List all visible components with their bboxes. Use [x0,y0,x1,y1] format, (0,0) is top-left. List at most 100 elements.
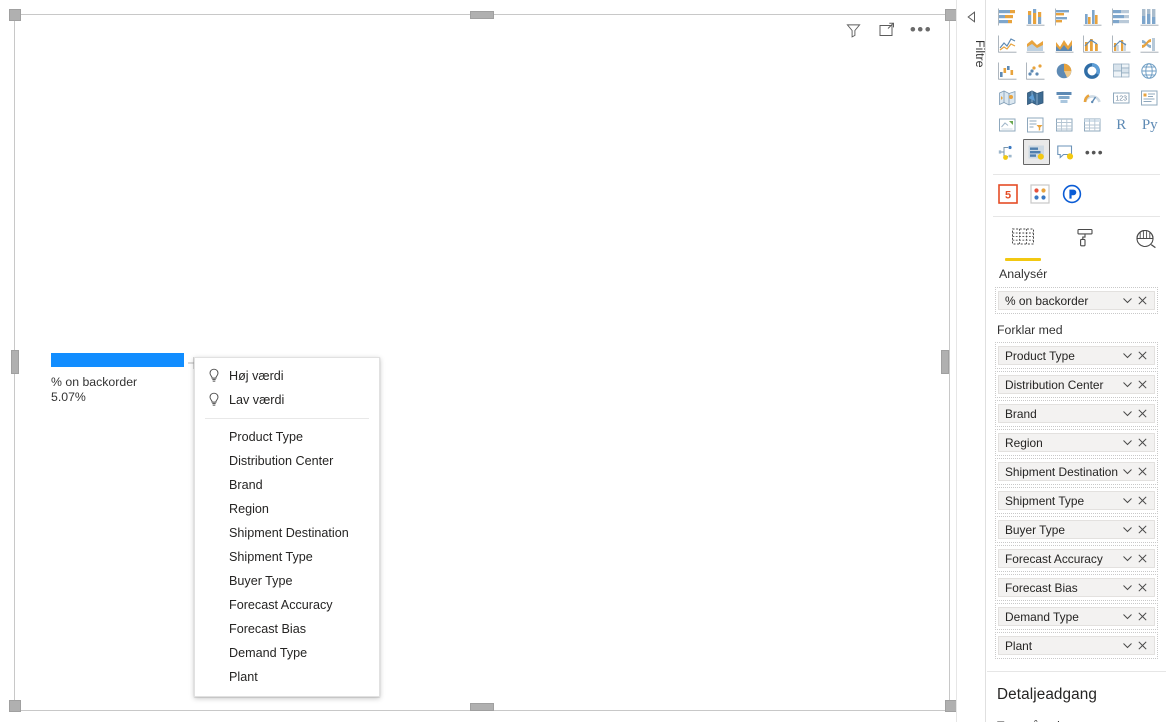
field-chip[interactable]: Distribution Center [998,375,1155,394]
r-script-visual-icon[interactable]: R [1108,112,1135,138]
chevron-down-icon[interactable] [1120,295,1135,306]
close-icon[interactable] [1135,437,1150,448]
clustered-bar-chart-icon[interactable] [1051,4,1078,30]
resize-handle-top-left[interactable] [9,9,21,21]
explain-by-field-well-shipment-type[interactable]: Shipment Type [995,487,1158,514]
qna-visual-icon[interactable] [1052,139,1079,165]
explain-by-field-well-brand[interactable]: Brand [995,400,1158,427]
chevron-down-icon[interactable] [1120,495,1135,506]
kpi-icon[interactable] [994,112,1021,138]
matrix-icon[interactable] [1080,112,1107,138]
close-icon[interactable] [1135,495,1150,506]
focus-mode-icon[interactable] [877,20,897,40]
decomposition-tree-icon[interactable] [994,139,1021,165]
chevron-down-icon[interactable] [1120,582,1135,593]
resize-handle-bottom-center[interactable] [470,703,494,711]
treemap-icon[interactable] [1108,58,1135,84]
context-menu-item-shipment-destination[interactable]: Shipment Destination [195,521,379,545]
explain-by-field-well-demand-type[interactable]: Demand Type [995,603,1158,630]
line-clustered-column-chart-icon[interactable] [1108,31,1135,57]
stacked-column-chart-icon[interactable] [1023,4,1050,30]
filter-funnel-icon[interactable] [843,20,863,40]
analyze-context-menu[interactable]: Høj værdi Lav værdi Product Type Distrib… [194,357,380,697]
context-menu-item-demand-type[interactable]: Demand Type [195,641,379,665]
shape-map-icon[interactable] [1023,85,1050,111]
hundred-percent-stacked-column-chart-icon[interactable] [1137,4,1164,30]
waterfall-chart-icon[interactable] [994,58,1021,84]
chevron-down-icon[interactable] [1120,553,1135,564]
line-chart-icon[interactable] [994,31,1021,57]
scatter-chart-icon[interactable] [1023,58,1050,84]
filters-pane-collapsed[interactable]: Filtre [956,0,987,722]
close-icon[interactable] [1135,524,1150,535]
analytics-tab[interactable] [1126,227,1166,261]
filled-map-icon[interactable] [994,85,1021,111]
field-chip[interactable]: Plant [998,636,1155,655]
context-menu-item-shipment-type[interactable]: Shipment Type [195,545,379,569]
funnel-chart-icon[interactable] [1051,85,1078,111]
context-menu-item-region[interactable]: Region [195,497,379,521]
html-content-visual-icon[interactable]: 5 [997,183,1019,205]
context-menu-item-buyer-type[interactable]: Buyer Type [195,569,379,593]
explain-by-field-well-shipment-destination[interactable]: Shipment Destination [995,458,1158,485]
stacked-area-chart-icon[interactable] [1051,31,1078,57]
field-chip[interactable]: Demand Type [998,607,1155,626]
resize-handle-middle-right[interactable] [941,350,949,374]
chevron-down-icon[interactable] [1120,611,1135,622]
explain-by-field-well-plant[interactable]: Plant [995,632,1158,659]
expand-left-arrow-icon[interactable] [964,10,978,29]
custom-visuals-row[interactable]: 5 [987,175,1166,213]
gauge-chart-icon[interactable] [1080,85,1107,111]
field-chip[interactable]: Product Type [998,346,1155,365]
ribbon-chart-icon[interactable] [1137,31,1164,57]
multi-row-card-icon[interactable] [1137,85,1164,111]
context-menu-item-distribution-center[interactable]: Distribution Center [195,449,379,473]
analyze-field-well[interactable]: % on backorder [995,287,1158,314]
fields-tab[interactable] [1003,227,1043,261]
field-chip[interactable]: Brand [998,404,1155,423]
visual-more-options-button[interactable]: ••• [910,20,931,40]
analyze-field-chip[interactable]: % on backorder [998,291,1155,310]
context-menu-item-product-type[interactable]: Product Type [195,425,379,449]
chevron-down-icon[interactable] [1120,466,1135,477]
close-icon[interactable] [1135,553,1150,564]
close-icon[interactable] [1135,408,1150,419]
field-chip[interactable]: Region [998,433,1155,452]
close-icon[interactable] [1135,350,1150,361]
context-menu-item-high-value[interactable]: Høj værdi [195,364,379,388]
chevron-down-icon[interactable] [1120,437,1135,448]
close-icon[interactable] [1135,640,1150,651]
visual-header-toolbar[interactable]: ••• [843,20,931,40]
python-visual-icon[interactable]: Py [1137,112,1164,138]
chevron-down-icon[interactable] [1120,350,1135,361]
map-icon[interactable] [1137,58,1164,84]
filters-pane-title[interactable]: Filtre [957,40,987,68]
context-menu-item-forecast-bias[interactable]: Forecast Bias [195,617,379,641]
visualizations-pane[interactable]: 123 R Py ••• 5 Analysér % on backorder F… [987,0,1166,722]
context-menu-item-brand[interactable]: Brand [195,473,379,497]
context-menu-item-forecast-accuracy[interactable]: Forecast Accuracy [195,593,379,617]
close-icon[interactable] [1135,379,1150,390]
power-bi-visual-icon[interactable] [1061,183,1083,205]
field-chip[interactable]: Shipment Type [998,491,1155,510]
close-icon[interactable] [1135,611,1150,622]
visualization-gallery[interactable]: 123 R Py ••• [987,0,1166,171]
table-icon[interactable] [1051,112,1078,138]
explain-by-field-well-forecast-accuracy[interactable]: Forecast Accuracy [995,545,1158,572]
explain-by-field-well-product-type[interactable]: Product Type [995,342,1158,369]
format-tab[interactable] [1065,227,1105,261]
chevron-down-icon[interactable] [1120,524,1135,535]
chevron-down-icon[interactable] [1120,379,1135,390]
field-chip[interactable]: Buyer Type [998,520,1155,539]
context-menu-item-plant[interactable]: Plant [195,665,379,689]
clustered-column-chart-icon[interactable] [1080,4,1107,30]
custom-grid-visual-icon[interactable] [1029,183,1051,205]
chevron-down-icon[interactable] [1120,640,1135,651]
resize-handle-middle-left[interactable] [11,350,19,374]
line-stacked-column-chart-icon[interactable] [1080,31,1107,57]
resize-handle-top-center[interactable] [470,11,494,19]
backorder-kpi-visual[interactable]: % on backorder 5.07% [51,353,184,405]
pane-tab-strip[interactable] [987,217,1166,261]
more-visuals-icon[interactable]: ••• [1081,139,1108,165]
close-icon[interactable] [1135,582,1150,593]
